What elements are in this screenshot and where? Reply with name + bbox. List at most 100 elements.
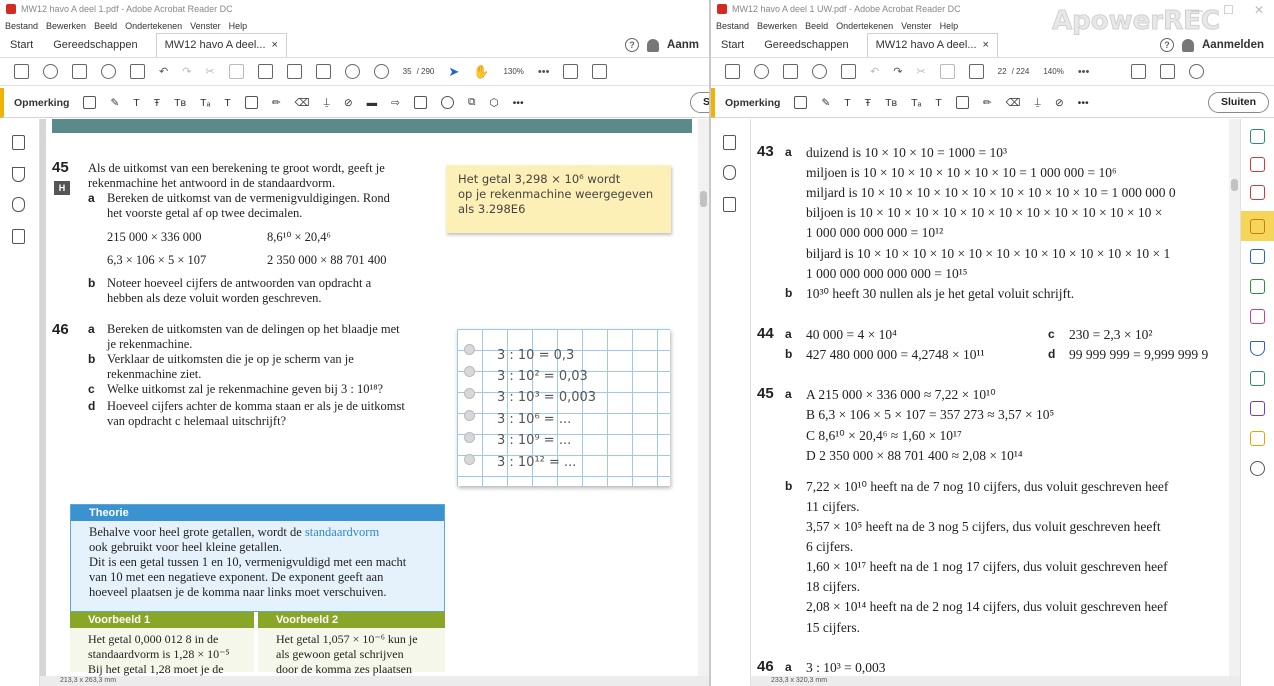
insert-text-icon[interactable]: Tₐ	[911, 97, 921, 109]
add-user-icon[interactable]	[1189, 64, 1205, 79]
menu-venster[interactable]: Venster	[901, 21, 932, 31]
page-thumbnails-icon[interactable]	[12, 135, 25, 150]
clipboard-icon[interactable]	[257, 64, 273, 79]
zoom-level[interactable]: 130%	[503, 67, 523, 76]
create-pdf-icon[interactable]	[130, 64, 145, 79]
tab-tools[interactable]: Gereedschappen	[754, 33, 858, 58]
text-underline-icon[interactable]: T	[844, 97, 850, 109]
text-box-icon[interactable]	[955, 96, 969, 109]
menu-beeld[interactable]: Beeld	[94, 21, 117, 31]
find-icon[interactable]	[315, 64, 331, 79]
text-box-icon[interactable]	[244, 96, 258, 109]
document-area[interactable]: 43 a duizend is 10 × 10 × 10 = 1000 = 10…	[751, 119, 1229, 676]
page-indicator[interactable]: 22 / 224	[998, 67, 1030, 76]
save-icon[interactable]	[725, 64, 740, 79]
menu-ondertekenen[interactable]: Ondertekenen	[125, 21, 182, 31]
highlight-icon[interactable]: ✎	[821, 97, 830, 109]
select-cursor-icon[interactable]: ➤	[448, 64, 459, 80]
zoom-search-icon[interactable]	[812, 64, 827, 79]
export-pdf-icon[interactable]	[1250, 129, 1265, 144]
document-area[interactable]: 45 H Als de uitkomst van een berekening …	[40, 119, 698, 676]
redo-icon[interactable]: ↷	[182, 65, 191, 78]
undo-icon[interactable]: ↶	[870, 65, 879, 78]
close-window-icon[interactable]: ✕	[1254, 3, 1264, 17]
callout-icon[interactable]: ⧉	[468, 96, 476, 109]
fill-sign-icon[interactable]	[1250, 309, 1265, 324]
tab-tools[interactable]: Gereedschappen	[43, 33, 147, 58]
zoom-search-icon[interactable]	[101, 64, 116, 79]
menu-venster[interactable]: Venster	[190, 21, 221, 31]
strikethrough-icon[interactable]: Ŧ	[865, 97, 871, 109]
email-icon[interactable]	[1160, 64, 1176, 79]
accessibility-icon[interactable]	[723, 197, 736, 212]
more-comment-tools-icon[interactable]: •••	[1078, 97, 1089, 109]
more-tools-icon[interactable]: •••	[538, 66, 550, 78]
close-comment-button[interactable]: Slu	[690, 92, 709, 113]
sign-icon[interactable]	[563, 64, 579, 79]
more-tools-icon[interactable]	[1250, 461, 1265, 476]
menu-bewerken[interactable]: Bewerken	[757, 21, 797, 31]
menu-bestand[interactable]: Bestand	[5, 21, 38, 31]
minimize-icon[interactable]: —	[1191, 3, 1203, 17]
cut-icon[interactable]: ✂	[916, 65, 925, 78]
create-pdf-icon[interactable]	[1250, 157, 1265, 172]
close-tab-icon[interactable]: ×	[983, 34, 989, 57]
more-tools-icon[interactable]: •••	[1078, 66, 1090, 78]
redo-icon[interactable]: ↷	[893, 65, 902, 78]
arrow-icon[interactable]: ⇨	[391, 97, 400, 109]
oval-icon[interactable]	[440, 96, 454, 109]
pencil-icon[interactable]: ✏	[983, 97, 992, 109]
help-icon[interactable]: ?	[625, 38, 640, 52]
sign-in-link[interactable]: Aanm	[667, 39, 699, 51]
menu-ondertekenen[interactable]: Ondertekenen	[836, 21, 893, 31]
notification-bell-icon[interactable]	[647, 38, 660, 52]
notification-bell-icon[interactable]	[1182, 38, 1194, 52]
save-icon[interactable]	[14, 64, 29, 79]
copy-icon[interactable]	[939, 64, 955, 79]
attach-icon[interactable]: ⊘	[344, 97, 353, 109]
tab-start[interactable]: Start	[711, 33, 754, 58]
help-icon[interactable]: ?	[1160, 38, 1174, 52]
next-page-icon[interactable]	[373, 64, 389, 79]
attachments-icon[interactable]	[723, 165, 736, 180]
maximize-icon[interactable]: ☐	[1223, 3, 1234, 17]
undo-icon[interactable]: ↶	[159, 65, 168, 78]
menu-help[interactable]: Help	[940, 21, 959, 31]
strikethrough-icon[interactable]: Ŧ	[154, 97, 160, 109]
tab-document[interactable]: MW12 havo A deel... ×	[866, 33, 998, 57]
more-comment-tools-icon[interactable]: •••	[513, 97, 524, 109]
menu-help[interactable]: Help	[229, 21, 248, 31]
sticky-note-icon[interactable]	[794, 96, 808, 109]
replace-text-icon[interactable]: Tв	[174, 97, 186, 109]
edit-pdf-icon[interactable]	[1250, 185, 1265, 200]
organize-pages-icon[interactable]	[1250, 279, 1265, 294]
accessibility-icon[interactable]	[12, 229, 25, 244]
tab-document[interactable]: MW12 havo A deel... ×	[155, 33, 287, 57]
bookmarks-icon[interactable]	[12, 167, 25, 182]
menu-beeld[interactable]: Beeld	[805, 21, 828, 31]
sticky-note-icon[interactable]	[83, 96, 97, 109]
upload-icon[interactable]	[754, 64, 769, 79]
rectangle-icon[interactable]	[413, 96, 427, 109]
page-current[interactable]: 22	[998, 67, 1007, 76]
page-current[interactable]: 35	[403, 67, 412, 76]
vertical-scrollbar[interactable]	[698, 119, 709, 676]
send-for-signature-icon[interactable]	[1250, 401, 1265, 416]
copy-icon[interactable]	[228, 64, 244, 79]
stamp-icon[interactable]: ⍊	[1035, 96, 1041, 109]
close-comment-button[interactable]: Sluiten	[1208, 92, 1270, 113]
zoom-level[interactable]: 140%	[1043, 67, 1063, 76]
page-indicator[interactable]: 35 / 290	[403, 67, 435, 76]
menu-bestand[interactable]: Bestand	[716, 21, 749, 31]
print-icon[interactable]	[72, 64, 87, 79]
polygon-icon[interactable]: ⬡	[489, 97, 498, 109]
tab-start[interactable]: Start	[0, 33, 43, 58]
cut-icon[interactable]: ✂	[205, 65, 214, 78]
scroll-thumb[interactable]	[700, 191, 707, 207]
pencil-icon[interactable]: ✏	[272, 97, 281, 109]
eraser-icon[interactable]: ⌫	[1006, 97, 1021, 109]
attach-icon[interactable]: ⊘	[1055, 97, 1064, 109]
add-text-icon[interactable]: T	[224, 97, 230, 109]
text-underline-icon[interactable]: T	[133, 97, 139, 109]
line-icon[interactable]: ▬	[367, 97, 378, 109]
